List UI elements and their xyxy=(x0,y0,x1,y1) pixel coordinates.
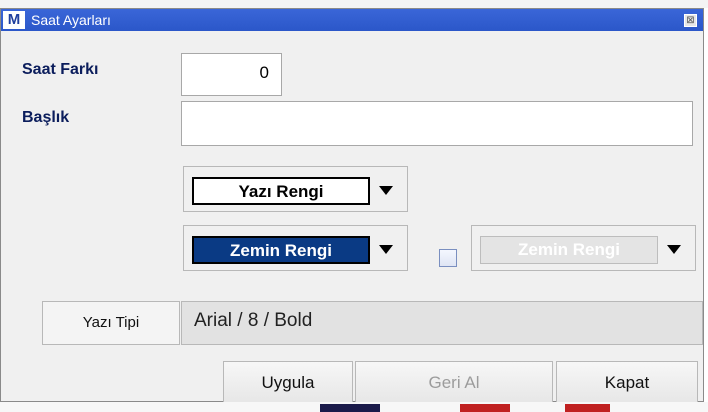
apply-button[interactable]: Uygula xyxy=(223,361,353,405)
window-title: Saat Ayarları xyxy=(31,12,111,28)
text-color-swatch: Yazı Rengi xyxy=(192,177,370,205)
close-icon[interactable]: ⊠ xyxy=(684,14,697,27)
alt-background-color-picker: Zemin Rengi xyxy=(471,225,696,271)
app-logo: M xyxy=(3,11,25,29)
alt-background-color-swatch: Zemin Rengi xyxy=(480,236,658,264)
alt-background-checkbox[interactable] xyxy=(439,249,457,267)
heading-label: Başlık xyxy=(22,109,70,126)
font-display: Arial / 8 / Bold xyxy=(181,301,703,345)
triangle-down-icon xyxy=(667,245,681,254)
triangle-down-icon[interactable] xyxy=(379,186,393,195)
background-artifact xyxy=(320,404,380,412)
time-offset-label: Saat Farkı xyxy=(22,61,99,78)
heading-input[interactable] xyxy=(181,101,693,146)
background-color-picker[interactable]: Zemin Rengi xyxy=(183,225,408,271)
title-bar[interactable]: M Saat Ayarları ⊠ xyxy=(1,9,703,31)
time-offset-input[interactable]: 0 xyxy=(181,53,282,96)
settings-dialog: M Saat Ayarları ⊠ Saat Farkı 0 Başlık Ya… xyxy=(0,8,704,405)
background-strip-top xyxy=(0,0,708,8)
background-artifact xyxy=(460,404,510,412)
background-strip-bottom xyxy=(0,402,708,412)
close-button[interactable]: Kapat xyxy=(556,361,698,405)
triangle-down-icon[interactable] xyxy=(379,245,393,254)
font-button[interactable]: Yazı Tipi xyxy=(42,301,180,345)
background-color-swatch: Zemin Rengi xyxy=(192,236,370,264)
revert-button: Geri Al xyxy=(355,361,553,405)
background-artifact xyxy=(565,404,610,412)
text-color-picker[interactable]: Yazı Rengi xyxy=(183,166,408,212)
